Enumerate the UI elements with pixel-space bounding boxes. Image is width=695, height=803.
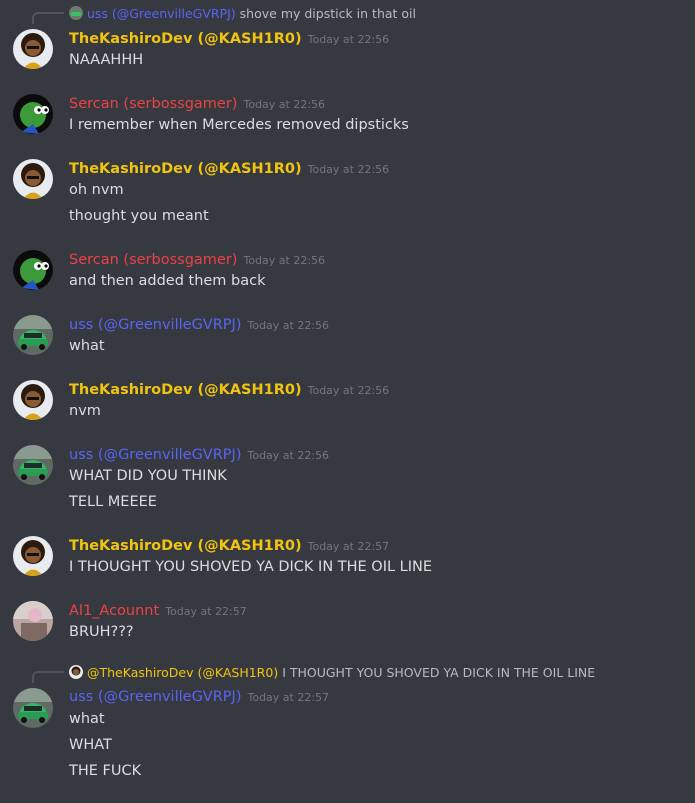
message-text: what bbox=[69, 338, 105, 354]
author-name[interactable]: Al1_Acounnt bbox=[69, 603, 159, 619]
message-text: I THOUGHT YOU SHOVED YA DICK IN THE OIL … bbox=[69, 559, 433, 575]
message-text: oh nvm bbox=[69, 182, 124, 198]
timestamp: Today at 22:56 bbox=[307, 384, 390, 397]
reply-author[interactable]: @TheKashiroDev (@KASH1R0) bbox=[87, 665, 278, 680]
message-text: thought you meant bbox=[69, 208, 209, 224]
car-avatar-icon bbox=[69, 6, 83, 20]
reply-reference[interactable]: uss (@GreenvilleGVRPJ) shove my dipstick… bbox=[69, 6, 416, 22]
author-name[interactable]: Sercan (serbossgamer) bbox=[69, 96, 237, 112]
cartoon-avatar-icon[interactable] bbox=[13, 159, 53, 199]
author-name[interactable]: uss (@GreenvilleGVRPJ) bbox=[69, 689, 241, 705]
reply-spine bbox=[32, 12, 64, 24]
cartoon-avatar-icon[interactable] bbox=[13, 536, 53, 576]
author-name[interactable]: TheKashiroDev (@KASH1R0) bbox=[69, 31, 302, 47]
chat-log: uss (@GreenvilleGVRPJ) shove my dipstick… bbox=[0, 0, 695, 803]
frog-avatar-icon[interactable] bbox=[13, 250, 53, 290]
message-text: BRUH??? bbox=[69, 624, 134, 640]
message-author[interactable]: Al1_Acounnt Today at 22:57 bbox=[69, 602, 247, 621]
message-text: and then added them back bbox=[69, 273, 266, 289]
message-text: nvm bbox=[69, 403, 101, 419]
message-author[interactable]: uss (@GreenvilleGVRPJ) Today at 22:56 bbox=[69, 316, 329, 335]
reply-reference[interactable]: @TheKashiroDev (@KASH1R0) I THOUGHT YOU … bbox=[69, 665, 595, 681]
message-author[interactable]: Sercan (serbossgamer) Today at 22:56 bbox=[69, 95, 325, 114]
frog-avatar-icon[interactable] bbox=[13, 94, 53, 134]
car-avatar-icon[interactable] bbox=[13, 315, 53, 355]
author-name[interactable]: Sercan (serbossgamer) bbox=[69, 252, 237, 268]
timestamp: Today at 22:56 bbox=[307, 33, 390, 46]
cartoon-avatar-icon[interactable] bbox=[13, 380, 53, 420]
car-avatar-icon[interactable] bbox=[13, 445, 53, 485]
message-text: I remember when Mercedes removed dipstic… bbox=[69, 117, 409, 133]
cartoon-avatar-icon bbox=[69, 665, 83, 679]
timestamp: Today at 22:57 bbox=[247, 691, 330, 704]
author-name[interactable]: TheKashiroDev (@KASH1R0) bbox=[69, 538, 302, 554]
timestamp: Today at 22:57 bbox=[165, 605, 247, 618]
reply-author[interactable]: uss (@GreenvilleGVRPJ) bbox=[87, 6, 236, 21]
reply-spine bbox=[32, 671, 64, 683]
message-text: WHAT bbox=[69, 737, 112, 753]
timestamp: Today at 22:56 bbox=[243, 254, 326, 267]
timestamp: Today at 22:56 bbox=[243, 98, 326, 111]
message-author[interactable]: uss (@GreenvilleGVRPJ) Today at 22:57 bbox=[69, 688, 329, 707]
author-name[interactable]: uss (@GreenvilleGVRPJ) bbox=[69, 447, 241, 463]
message-text: what bbox=[69, 711, 105, 727]
cartoon-avatar-icon[interactable] bbox=[13, 29, 53, 69]
message-author[interactable]: uss (@GreenvilleGVRPJ) Today at 22:56 bbox=[69, 446, 329, 465]
message-author[interactable]: Sercan (serbossgamer) Today at 22:56 bbox=[69, 251, 325, 270]
photo-avatar-icon[interactable] bbox=[13, 601, 53, 641]
reply-text[interactable]: shove my dipstick in that oil bbox=[240, 6, 416, 21]
message-author[interactable]: TheKashiroDev (@KASH1R0) Today at 22:56 bbox=[69, 30, 389, 49]
reply-text[interactable]: I THOUGHT YOU SHOVED YA DICK IN THE OIL … bbox=[282, 665, 595, 680]
timestamp: Today at 22:57 bbox=[307, 540, 390, 553]
timestamp: Today at 22:56 bbox=[247, 449, 330, 462]
timestamp: Today at 22:56 bbox=[307, 163, 390, 176]
message-text: WHAT DID YOU THINK bbox=[69, 468, 227, 484]
author-name[interactable]: TheKashiroDev (@KASH1R0) bbox=[69, 161, 302, 177]
message-text: THE FUCK bbox=[69, 763, 142, 779]
message-text: NAAAHHH bbox=[69, 52, 144, 68]
message-author[interactable]: TheKashiroDev (@KASH1R0) Today at 22:56 bbox=[69, 160, 389, 179]
message-author[interactable]: TheKashiroDev (@KASH1R0) Today at 22:57 bbox=[69, 537, 389, 556]
message-author[interactable]: TheKashiroDev (@KASH1R0) Today at 22:56 bbox=[69, 381, 389, 400]
timestamp: Today at 22:56 bbox=[247, 319, 330, 332]
author-name[interactable]: uss (@GreenvilleGVRPJ) bbox=[69, 317, 241, 333]
message-text: TELL MEEEE bbox=[69, 494, 157, 510]
author-name[interactable]: TheKashiroDev (@KASH1R0) bbox=[69, 382, 302, 398]
car-avatar-icon[interactable] bbox=[13, 688, 53, 728]
